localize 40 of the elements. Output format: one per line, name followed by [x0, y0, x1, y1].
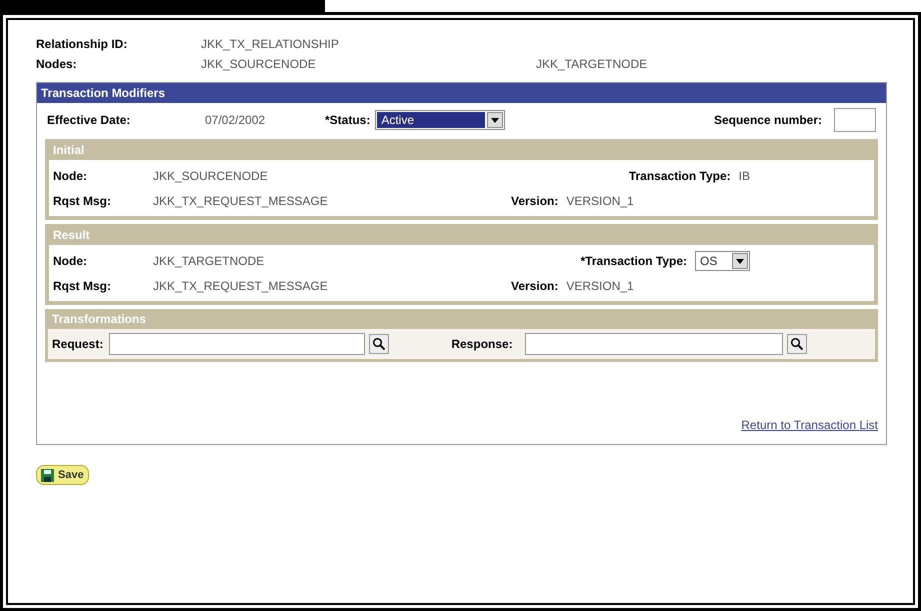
field-label: Sequence number:: [714, 112, 822, 129]
search-button[interactable]: [369, 334, 390, 354]
return-link[interactable]: Return to Transaction List: [741, 416, 878, 434]
field-value: JKK_SOURCENODE: [201, 56, 317, 73]
save-button[interactable]: Save: [36, 465, 89, 485]
caret-icon: [491, 118, 500, 122]
field-value: IB: [738, 168, 750, 185]
field-label: Node:: [53, 168, 88, 185]
field-value: VERSION_1: [566, 193, 634, 210]
field-label: Node:: [53, 253, 88, 270]
search-button[interactable]: [786, 334, 807, 354]
field-value: 07/02/2002: [205, 112, 266, 129]
status-select[interactable]: Active: [375, 110, 506, 130]
field-label: Nodes:: [36, 56, 78, 73]
field-label: Effective Date:: [47, 112, 132, 129]
field-value: JKK_SOURCENODE: [153, 168, 269, 185]
search-icon: [372, 337, 386, 351]
field-value: JKK_TARGETNODE: [536, 56, 648, 73]
panel-title: Transaction Modifiers: [37, 83, 886, 103]
field-label: Rqst Msg:: [53, 193, 112, 210]
field-label: Relationship ID:: [36, 36, 128, 53]
field-label: Request:: [52, 336, 104, 353]
field-value: VERSION_1: [566, 278, 634, 295]
field-label: Transaction Type:: [628, 168, 731, 185]
caret-icon: [736, 258, 744, 264]
field-label: *Status:: [325, 112, 370, 129]
field-label: Response:: [451, 336, 513, 353]
field-label: Rqst Msg:: [53, 278, 112, 295]
field-value: JKK_TX_REQUEST_MESSAGE: [153, 278, 329, 295]
response-field[interactable]: [524, 333, 783, 355]
field-label: Version:: [511, 278, 558, 295]
transaction-type-select[interactable]: OS: [695, 251, 750, 271]
field-value: JKK_TX_REQUEST_MESSAGE: [153, 193, 329, 210]
field-value: JKK_TARGETNODE: [153, 253, 266, 270]
search-icon: [790, 337, 804, 351]
field-label: Version:: [511, 193, 558, 210]
field-label: *Transaction Type:: [580, 253, 687, 270]
request-field[interactable]: [109, 333, 366, 355]
sequence-number-field[interactable]: [834, 108, 876, 132]
field-value: JKK_TX_RELATIONSHIP: [201, 36, 339, 53]
